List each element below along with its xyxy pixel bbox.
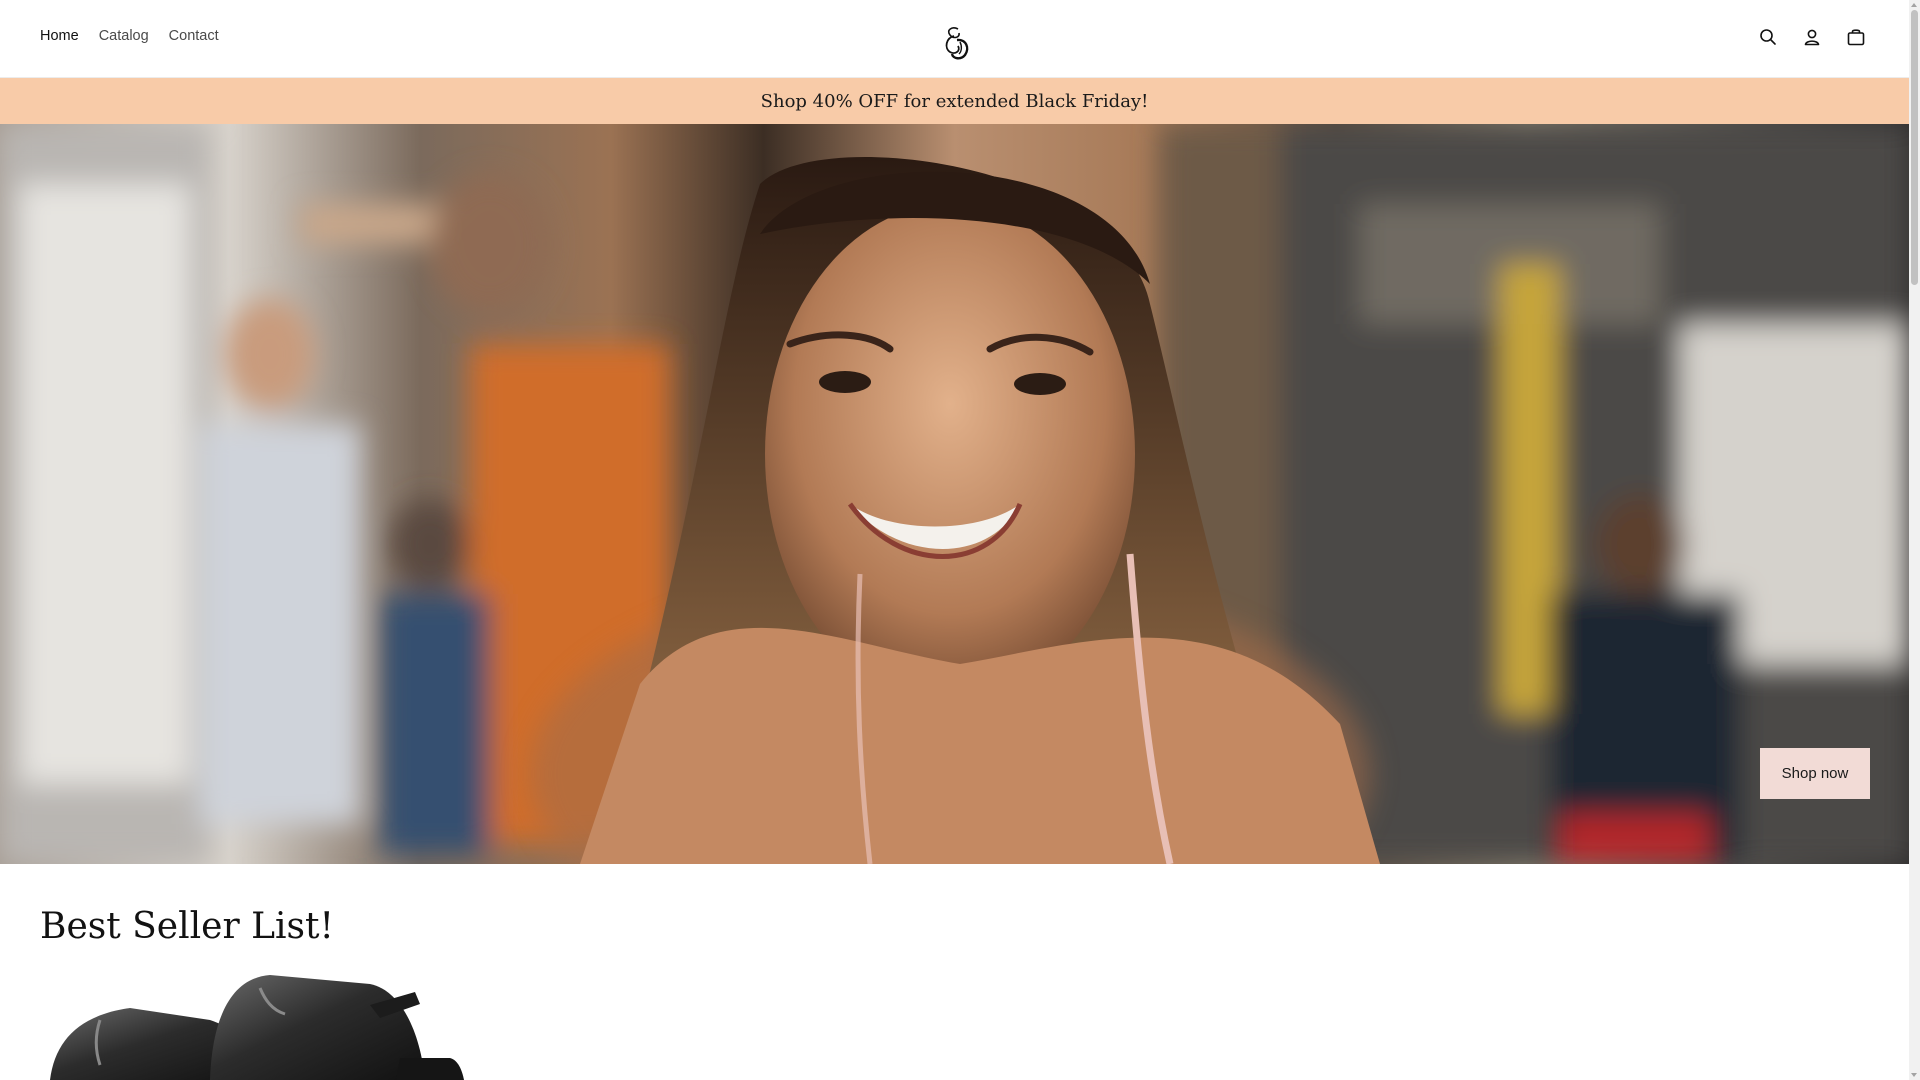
product-image-kettlebells[interactable]: [40, 970, 470, 1080]
cart-icon[interactable]: [1845, 26, 1867, 48]
nav-home-link[interactable]: Home: [40, 28, 79, 44]
scroll-down-arrow[interactable]: [1911, 1073, 1917, 1077]
store-logo[interactable]: [940, 24, 972, 62]
announcement-bar: Shop 40% OFF for extended Black Friday!: [0, 78, 1909, 124]
hero-banner: Shop now: [0, 124, 1909, 864]
announcement-text: Shop 40% OFF for extended Black Friday!: [760, 90, 1149, 112]
header-icons: [1757, 26, 1867, 48]
kettlebell-image: [50, 975, 464, 1080]
search-icon[interactable]: [1757, 26, 1779, 48]
shop-now-button[interactable]: Shop now: [1760, 748, 1870, 799]
account-icon[interactable]: [1801, 26, 1823, 48]
hero-image: [0, 124, 1909, 864]
store-logo-mark: [945, 27, 969, 60]
nav-contact-link[interactable]: Contact: [169, 28, 219, 44]
page-scrollbar[interactable]: [1909, 0, 1920, 1080]
nav-catalog-link[interactable]: Catalog: [99, 28, 149, 44]
scroll-thumb[interactable]: [1911, 10, 1918, 285]
scroll-up-arrow[interactable]: [1911, 3, 1917, 7]
main-nav: Home Catalog Contact: [40, 28, 219, 44]
best-seller-title: Best Seller List!: [40, 906, 334, 947]
site-header: Home Catalog Contact: [0, 0, 1909, 78]
